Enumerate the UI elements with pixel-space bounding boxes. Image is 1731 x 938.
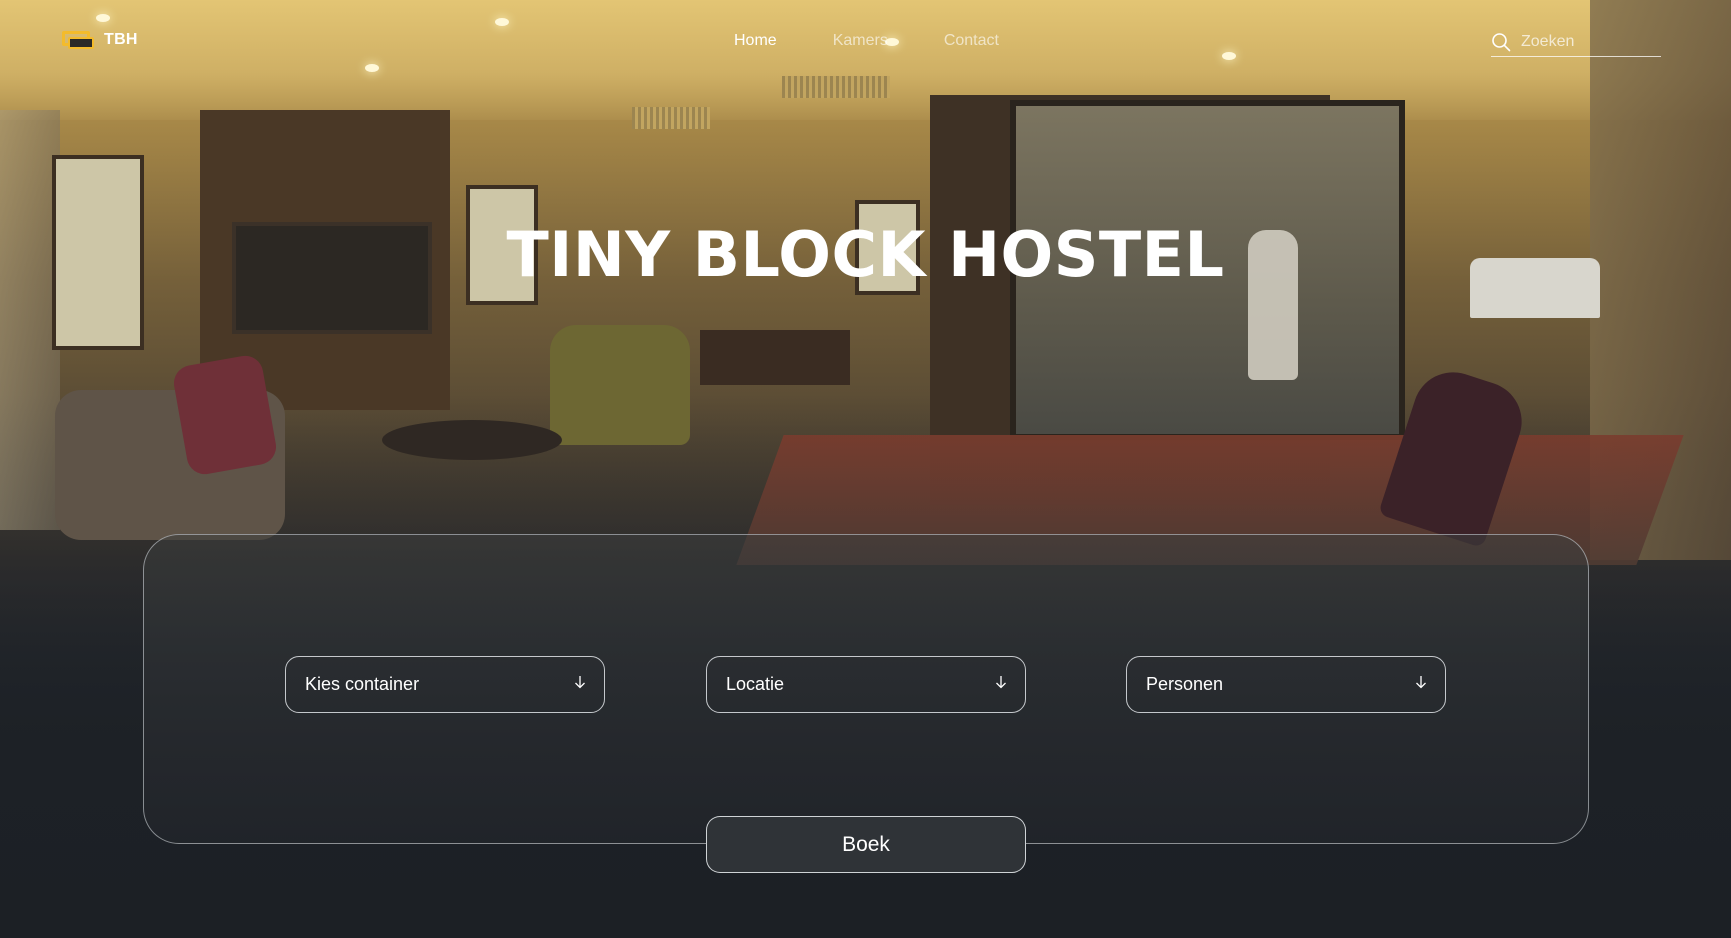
persons-select-label: Personen [1146, 674, 1224, 694]
page-title: TINY BLOCK HOSTEL [506, 218, 1225, 291]
logo-text: TBH [104, 31, 138, 48]
container-select[interactable]: Kies container [285, 656, 605, 713]
arrow-down-icon [574, 675, 586, 694]
site-header: TBH Home Kamers Contact [0, 0, 1731, 80]
arrow-down-icon [995, 675, 1007, 694]
search-input[interactable] [1521, 32, 1651, 51]
book-button[interactable]: Boek [706, 816, 1026, 873]
hero-section: TBH Home Kamers Contact TINY BLOCK HOSTE… [0, 0, 1731, 938]
container-select-label: Kies container [305, 674, 420, 694]
logo[interactable]: TBH [62, 30, 138, 50]
persons-select[interactable]: Personen [1126, 656, 1446, 713]
search-icon[interactable] [1491, 32, 1511, 52]
arrow-down-icon [1415, 675, 1427, 694]
nav-link-home[interactable]: Home [734, 32, 777, 50]
main-nav: Home Kamers Contact [734, 32, 999, 50]
nav-link-contact[interactable]: Contact [944, 32, 999, 50]
search-bar [1491, 27, 1661, 57]
location-select[interactable]: Locatie [706, 656, 1026, 713]
location-select-label: Locatie [726, 674, 785, 694]
nav-link-kamers[interactable]: Kamers [833, 32, 888, 50]
logo-icon [62, 30, 94, 50]
